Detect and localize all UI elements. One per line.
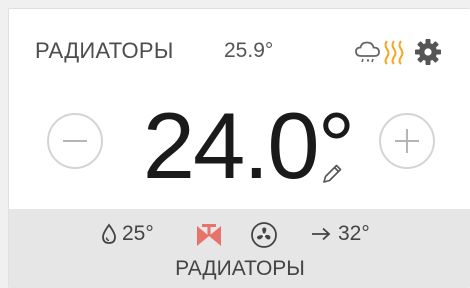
water-temperature-value: 25° (122, 222, 154, 245)
zone-title: РАДИАТОРЫ (35, 38, 174, 63)
outlet-temperature: 32° (310, 222, 370, 246)
outlet-temperature-value: 32° (338, 222, 370, 245)
card-header: РАДИАТОРЫ 25.9° (9, 9, 470, 89)
heating-waves-icon (384, 40, 404, 65)
decrease-button[interactable] (47, 113, 103, 169)
fan-icon (251, 222, 277, 248)
arrow-right-icon (312, 227, 331, 241)
setpoint-control: 24.0° (9, 89, 470, 209)
current-temperature: 25.9° (224, 39, 274, 62)
cloud-rain-snow-icon (355, 41, 380, 63)
footer-zone-label: РАДИАТОРЫ (175, 257, 305, 280)
plus-icon-vertical (406, 129, 408, 153)
gear-icon[interactable] (413, 37, 443, 67)
pencil-icon[interactable] (319, 161, 345, 187)
increase-button[interactable] (379, 113, 435, 169)
drop-icon (102, 223, 116, 244)
valve-icon (197, 224, 221, 246)
water-temperature: 25° (100, 222, 154, 246)
status-footer: 25° 32° РАДИАТОРЫ (9, 209, 470, 288)
thermostat-card: РАДИАТОРЫ 25.9° 24.0° 25° 32° РАДИАТОРЫ (8, 8, 470, 288)
minus-icon (63, 140, 87, 142)
